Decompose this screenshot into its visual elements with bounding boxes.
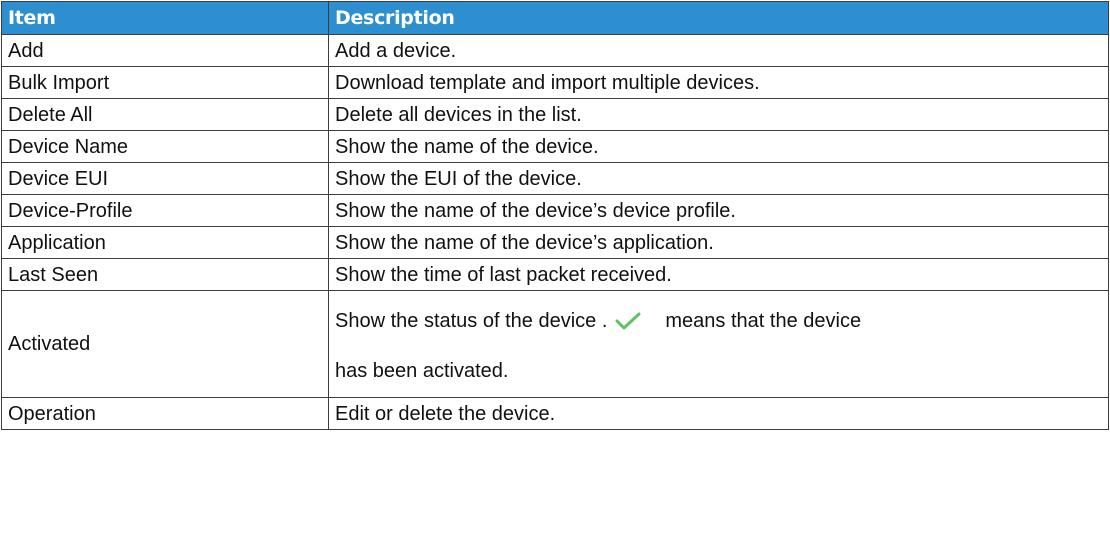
table-row: Application Show the name of the device’… xyxy=(1,226,1109,259)
description-cell: Delete all devices in the list. xyxy=(328,98,1109,131)
table-row: Last Seen Show the time of last packet r… xyxy=(1,258,1109,291)
description-table: Item Description Add Add a device. Bulk … xyxy=(1,1,1109,430)
table-row: Device-Profile Show the name of the devi… xyxy=(1,194,1109,227)
description-cell: Show the name of the device’s applicatio… xyxy=(328,226,1109,259)
item-cell: Application xyxy=(1,226,329,259)
item-cell: Device EUI xyxy=(1,162,329,195)
item-cell: Device-Profile xyxy=(1,194,329,227)
item-cell: Activated xyxy=(1,290,329,398)
description-cell: Edit or delete the device. xyxy=(328,397,1109,430)
description-text: means that the device xyxy=(665,310,862,332)
description-cell: Show the name of the device’s device pro… xyxy=(328,194,1109,227)
item-cell: Device Name xyxy=(1,130,329,163)
description-line: Show the status of the device . means tha… xyxy=(335,309,1108,333)
description-cell: Add a device. xyxy=(328,34,1109,67)
table-row: Device EUI Show the EUI of the device. xyxy=(1,162,1109,195)
description-line: has been activated. xyxy=(335,360,509,382)
table-row: Operation Edit or delete the device. xyxy=(1,397,1109,430)
description-cell: Download template and import multiple de… xyxy=(328,66,1109,99)
item-cell: Bulk Import xyxy=(1,66,329,99)
description-cell: Show the status of the device . means tha… xyxy=(328,290,1109,398)
description-text: Show the status of the device . xyxy=(335,310,608,332)
header-description: Description xyxy=(328,1,1109,35)
item-cell: Add xyxy=(1,34,329,67)
table-row: Activated Show the status of the device … xyxy=(1,290,1109,398)
description-cell: Show the name of the device. xyxy=(328,130,1109,163)
table-row: Device Name Show the name of the device. xyxy=(1,130,1109,163)
table-row: Delete All Delete all devices in the lis… xyxy=(1,98,1109,131)
item-cell: Last Seen xyxy=(1,258,329,291)
check-icon xyxy=(615,311,641,331)
table-header-row: Item Description xyxy=(1,1,1109,35)
description-cell: Show the time of last packet received. xyxy=(328,258,1109,291)
item-cell: Delete All xyxy=(1,98,329,131)
header-item: Item xyxy=(1,1,329,35)
table-row: Add Add a device. xyxy=(1,34,1109,67)
table-row: Bulk Import Download template and import… xyxy=(1,66,1109,99)
item-cell: Operation xyxy=(1,397,329,430)
description-cell: Show the EUI of the device. xyxy=(328,162,1109,195)
